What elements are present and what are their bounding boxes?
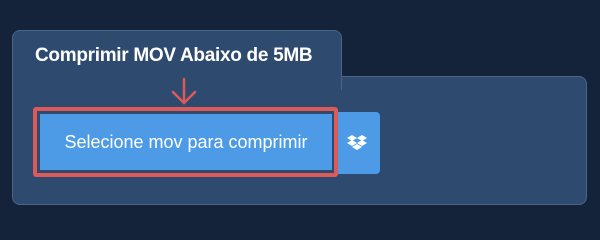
tab-title: Comprimir MOV Abaixo de 5MB	[35, 45, 313, 66]
arrow-down-icon	[171, 77, 197, 105]
compressor-widget: Comprimir MOV Abaixo de 5MB Selecione mo…	[0, 0, 600, 230]
select-button-highlight	[33, 107, 338, 177]
dropbox-icon	[347, 135, 367, 150]
dropbox-button[interactable]	[334, 112, 380, 174]
